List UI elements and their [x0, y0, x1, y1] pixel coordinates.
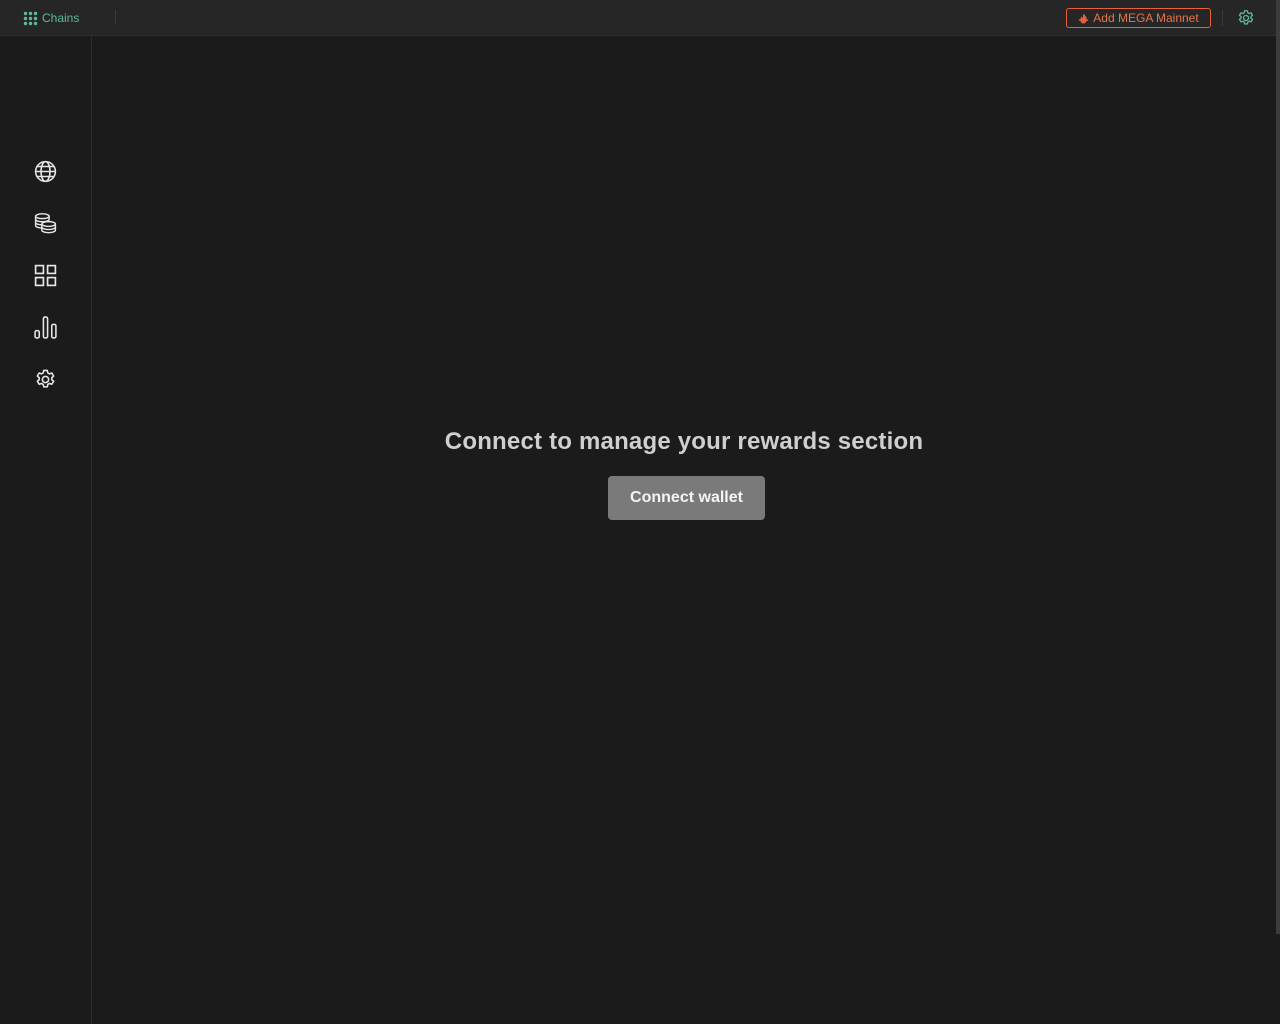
divider: [1222, 10, 1223, 26]
scrollbar-track: [1276, 934, 1280, 1024]
add-mega-mainnet-button[interactable]: Add MEGA Mainnet: [1066, 8, 1211, 28]
chains-label: Chains: [42, 11, 80, 25]
settings-button[interactable]: [1236, 8, 1256, 28]
flame-icon: [1078, 12, 1089, 24]
chains-button[interactable]: Chains: [23, 9, 79, 27]
page-title: Connect to manage your rewards section: [444, 428, 924, 455]
sidebar-item-stats[interactable]: [33, 315, 58, 340]
grid-dots-icon: [23, 11, 38, 26]
sidebar-item-dashboard[interactable]: [33, 263, 58, 288]
sidebar-item-globe[interactable]: [33, 159, 58, 184]
gear-icon: [1236, 10, 1256, 32]
sidebar-item-settings[interactable]: [33, 367, 58, 392]
scrollbar[interactable]: [1276, 0, 1280, 934]
connect-wallet-button[interactable]: Connect wallet: [608, 476, 765, 520]
sidebar: [0, 36, 92, 1024]
top-bar: Chains Add MEGA Mainnet: [0, 0, 1276, 36]
bar-chart-icon: [33, 315, 58, 340]
add-mega-mainnet-label: Add MEGA Mainnet: [1093, 11, 1199, 25]
sidebar-item-coins[interactable]: [33, 211, 58, 236]
gear-icon: [33, 367, 58, 392]
divider: [115, 10, 116, 24]
coins-stack-icon: [33, 211, 58, 236]
globe-icon: [33, 159, 58, 184]
dashboard-grid-icon: [33, 263, 58, 288]
